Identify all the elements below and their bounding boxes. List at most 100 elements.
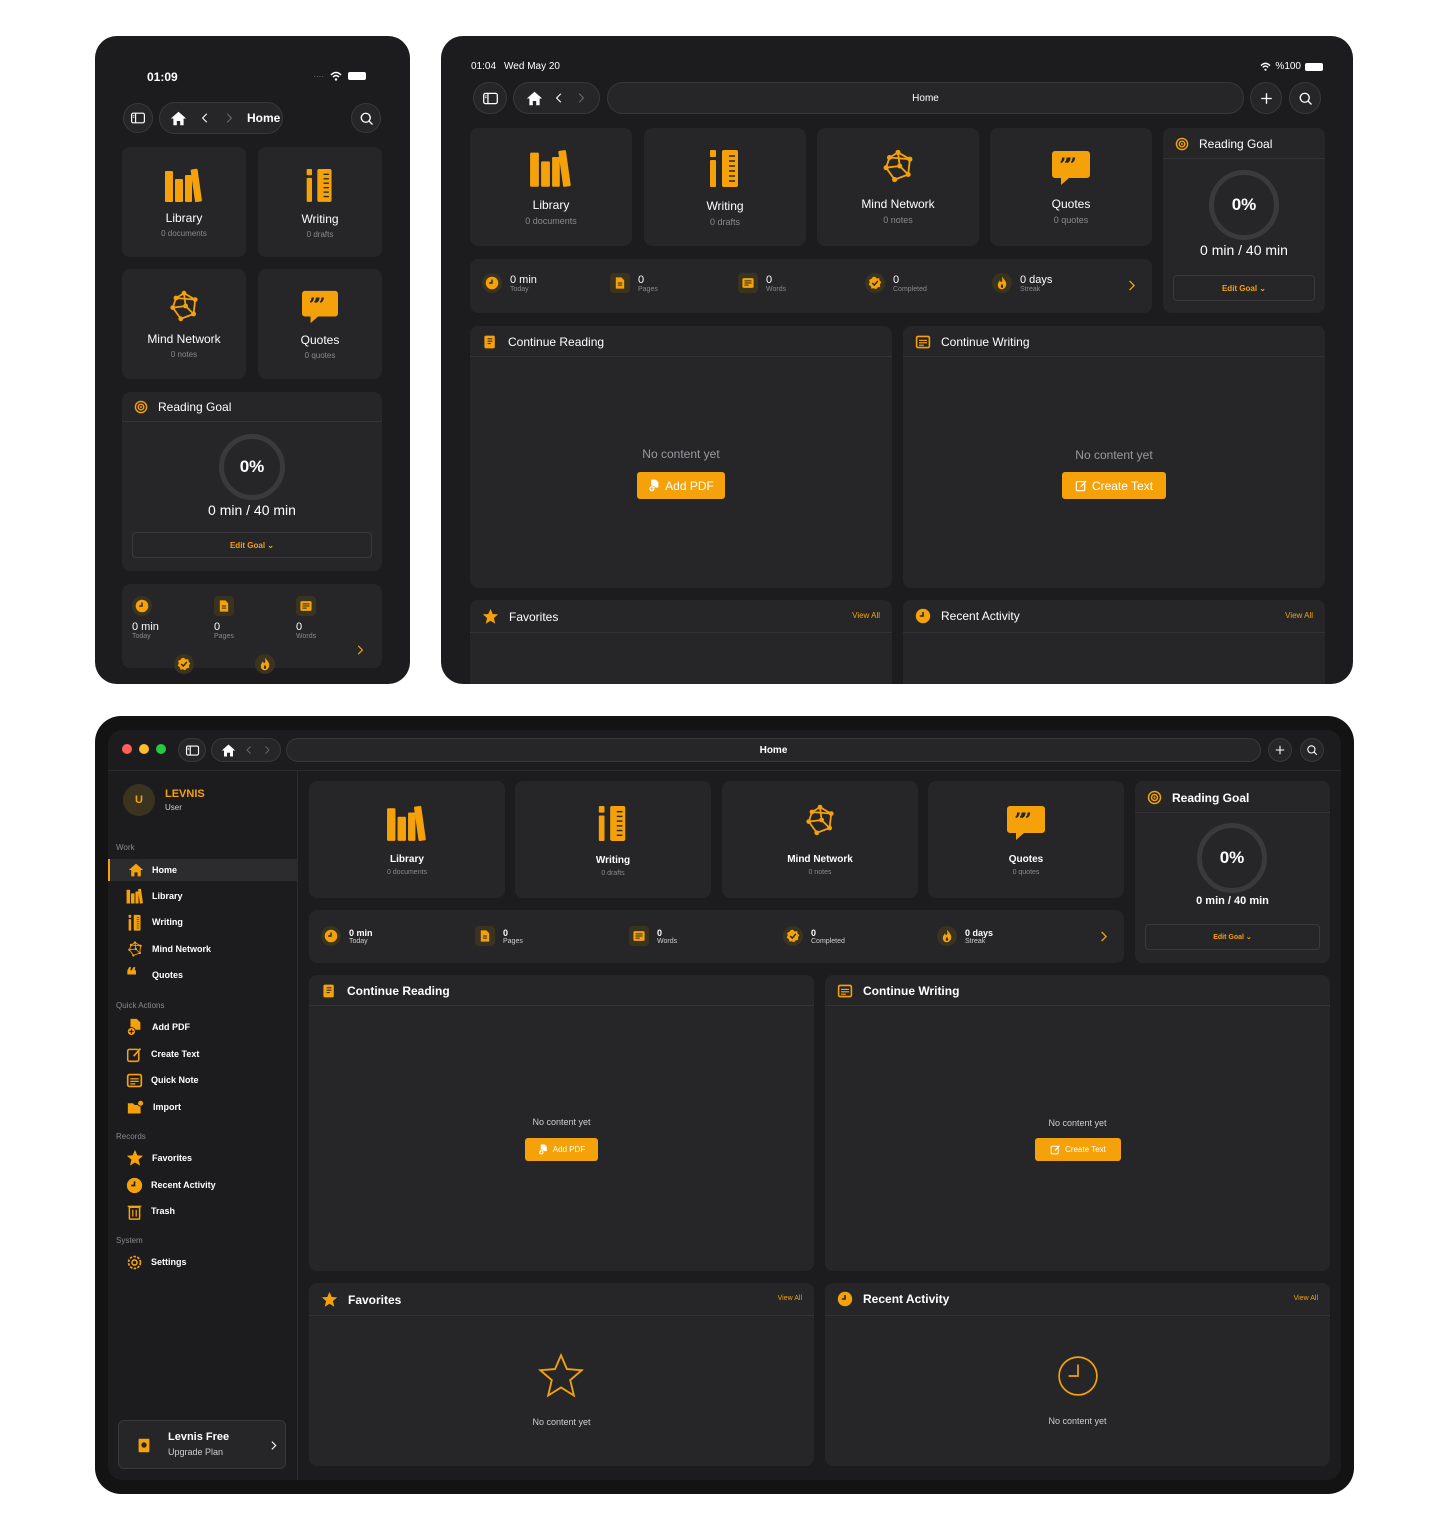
battery-percent: %100 xyxy=(1275,61,1301,72)
minimize-window-button[interactable] xyxy=(139,744,149,754)
avatar[interactable]: U xyxy=(123,784,155,816)
stat-value: 0 days xyxy=(1020,273,1053,286)
tile-sub: 0 drafts xyxy=(306,229,334,239)
chevron-right-icon[interactable] xyxy=(1125,279,1138,292)
completed-icon xyxy=(786,929,800,943)
nav-pill xyxy=(211,738,281,762)
upgrade-plan-card[interactable]: Levnis Free Upgrade Plan xyxy=(118,1420,286,1469)
tile-library[interactable]: Library 0 documents xyxy=(122,147,246,257)
forward-icon[interactable] xyxy=(262,745,272,755)
sidebar-item-recent-activity[interactable]: Recent Activity xyxy=(118,1174,296,1196)
forward-icon[interactable] xyxy=(223,112,235,124)
close-window-button[interactable] xyxy=(122,744,132,754)
search-icon xyxy=(1298,91,1313,106)
sidebar-item-library[interactable]: Library xyxy=(118,885,296,907)
view-all-link[interactable]: View All xyxy=(852,611,880,620)
goal-title: Reading Goal xyxy=(1172,790,1250,805)
create-text-button[interactable]: Create Text xyxy=(1062,472,1166,499)
tile-writing[interactable]: Writing 0 drafts xyxy=(515,781,711,898)
stats-card[interactable]: 0 min Today 0 Pages 0 Words 0 Completed 0 da… xyxy=(309,910,1124,963)
create-text-button[interactable]: Create Text xyxy=(1035,1138,1121,1161)
sidebar-item-home[interactable]: Home xyxy=(108,859,298,881)
edit-goal-button[interactable]: Edit Goal ⌄ xyxy=(1173,275,1315,301)
search-button[interactable] xyxy=(1300,738,1324,762)
star-outline-icon xyxy=(538,1353,584,1399)
battery-icon xyxy=(1305,62,1323,71)
sidebar-item-add-pdf[interactable]: Add PDF xyxy=(118,1016,296,1038)
library-icon xyxy=(386,804,428,842)
tile-library[interactable]: Library 0 documents xyxy=(309,781,505,898)
phone-device: 01:09 ···· Home Library 0 documents Writ… xyxy=(95,36,410,684)
quotes-icon xyxy=(1051,149,1091,187)
chevron-right-icon[interactable] xyxy=(1097,930,1110,943)
sidebar-item-mind-network[interactable]: Mind Network xyxy=(118,938,296,960)
tile-sub: 0 notes xyxy=(170,349,198,359)
search-button[interactable] xyxy=(351,103,381,133)
stats-card[interactable]: 0 min Today 0 Pages 0 Words 0 Completed 0 da… xyxy=(470,259,1152,313)
pages-icon xyxy=(478,929,492,943)
plan-sub: Upgrade Plan xyxy=(168,1447,224,1457)
sidebar-icon xyxy=(130,110,146,126)
edit-goal-button[interactable]: Edit Goal ⌄ xyxy=(1145,924,1320,950)
edit-goal-button[interactable]: Edit Goal ⌄ xyxy=(132,532,372,558)
tile-quotes[interactable]: Quotes 0 quotes xyxy=(928,781,1124,898)
tile-mind-network[interactable]: Mind Network 0 notes xyxy=(817,128,979,246)
sidebar-item-label: Recent Activity xyxy=(151,1180,216,1190)
view-all-link[interactable]: View All xyxy=(1294,1295,1318,1302)
tile-writing[interactable]: Writing 0 drafts xyxy=(644,128,806,246)
status-date: Wed May 20 xyxy=(504,61,560,72)
view-all-link[interactable]: View All xyxy=(778,1295,802,1302)
chevron-right-icon[interactable] xyxy=(354,644,366,656)
sidebar-toggle-button[interactable] xyxy=(178,738,206,762)
create-text-icon xyxy=(126,1046,143,1063)
sidebar-toggle-button[interactable] xyxy=(473,82,507,114)
sidebar-item-label: Home xyxy=(152,865,178,875)
tile-quotes[interactable]: Quotes 0 quotes xyxy=(258,269,382,379)
address-bar[interactable]: Home xyxy=(286,738,1261,762)
tile-mind-network[interactable]: Mind Network 0 notes xyxy=(122,269,246,379)
sidebar-item-settings[interactable]: Settings xyxy=(118,1251,296,1273)
sidebar-item-import[interactable]: Import xyxy=(118,1096,296,1118)
sidebar-item-trash[interactable]: Trash xyxy=(118,1200,296,1222)
sidebar-toggle-button[interactable] xyxy=(123,103,153,133)
sidebar-item-quick-note[interactable]: Quick Note xyxy=(118,1069,296,1091)
tile-sub: 0 notes xyxy=(883,215,913,225)
add-button[interactable] xyxy=(1250,82,1282,114)
tile-mind-network[interactable]: Mind Network 0 notes xyxy=(722,781,918,898)
view-all-link[interactable]: View All xyxy=(1285,611,1313,620)
add-pdf-button[interactable]: Add PDF xyxy=(637,472,725,499)
sidebar-item-writing[interactable]: Writing xyxy=(118,911,296,933)
tile-sub: 0 quotes xyxy=(1012,868,1040,876)
tablet-device: 01:04 Wed May 20 %100 Home Library 0 doc… xyxy=(441,36,1353,684)
recent-activity-card: Recent Activity View All xyxy=(903,600,1325,684)
wifi-icon xyxy=(330,71,342,81)
tile-quotes[interactable]: Quotes 0 quotes xyxy=(990,128,1152,246)
back-icon[interactable] xyxy=(553,92,565,104)
back-icon[interactable] xyxy=(199,112,211,124)
add-button[interactable] xyxy=(1268,738,1292,762)
sidebar-item-label: Add PDF xyxy=(152,1022,190,1032)
sidebar-item-label: Create Text xyxy=(151,1049,200,1059)
tile-sub: 0 drafts xyxy=(709,217,740,227)
add-pdf-button[interactable]: Add PDF xyxy=(525,1138,598,1161)
nav-title: Home xyxy=(247,111,281,125)
sidebar-item-create-text[interactable]: Create Text xyxy=(118,1043,296,1065)
stat-today: 0 min Today xyxy=(132,596,159,640)
tile-library[interactable]: Library 0 documents xyxy=(470,128,632,246)
tile-writing[interactable]: Writing 0 drafts xyxy=(258,147,382,257)
button-label: Add PDF xyxy=(552,1145,586,1154)
sidebar-item-favorites[interactable]: Favorites xyxy=(118,1147,296,1169)
sidebar-item-quotes[interactable]: ❝ Quotes xyxy=(118,964,296,986)
forward-icon[interactable] xyxy=(575,92,587,104)
home-icon[interactable] xyxy=(170,110,187,127)
address-bar[interactable]: Home xyxy=(607,82,1244,114)
back-icon[interactable] xyxy=(244,745,254,755)
search-button[interactable] xyxy=(1289,82,1321,114)
home-icon[interactable] xyxy=(526,90,543,107)
pages-icon xyxy=(613,276,627,290)
tile-title: Quotes xyxy=(1008,853,1044,865)
zoom-window-button[interactable] xyxy=(156,744,166,754)
section-title: Continue Writing xyxy=(863,984,960,998)
stats-card[interactable]: 0 min Today 0 Pages 0 Words xyxy=(122,584,382,674)
home-icon[interactable] xyxy=(221,743,236,758)
